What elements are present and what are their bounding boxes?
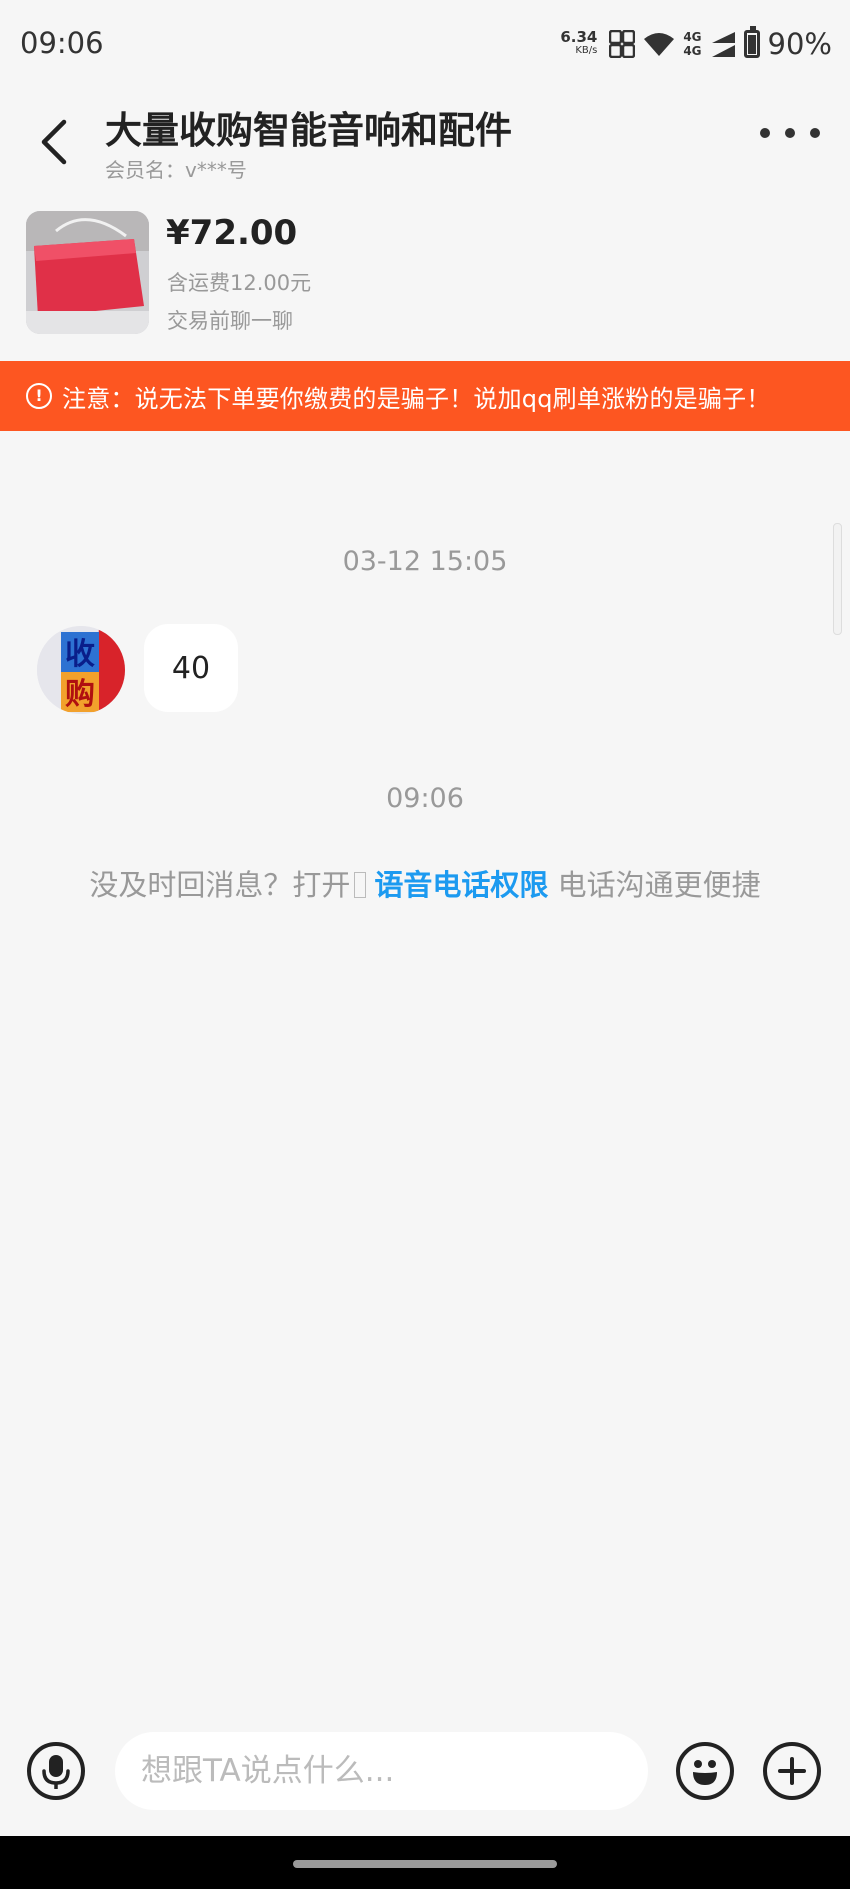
product-price: ¥72.00 <box>166 213 298 253</box>
avatar-char-1: 收 <box>65 637 95 672</box>
product-photo <box>26 211 149 334</box>
exclamation-circle-icon: ! <box>26 383 52 409</box>
phone-icon <box>354 872 367 898</box>
message-input-bar <box>0 1722 850 1832</box>
battery-icon <box>743 26 760 58</box>
scrollbar[interactable] <box>833 523 842 635</box>
network-type-1: 4G <box>683 30 702 44</box>
microphone-icon <box>42 1755 70 1789</box>
emoji-button[interactable] <box>676 1742 734 1800</box>
avatar-char-2: 购 <box>65 677 95 712</box>
product-note: 交易前聊一聊 <box>167 309 293 333</box>
tip-prefix: 没及时回消息？打开 <box>89 868 351 902</box>
wifi-icon <box>644 33 675 56</box>
more-options-button[interactable] <box>760 118 820 148</box>
more-dot-icon <box>760 128 770 138</box>
emoji-face-icon <box>693 1760 717 1785</box>
back-button[interactable] <box>30 110 80 170</box>
product-image[interactable] <box>26 211 149 334</box>
battery-percent: 90% <box>767 27 832 61</box>
net-speed-unit: KB/s <box>575 45 598 56</box>
chat-timestamp: 03-12 15:05 <box>342 546 508 577</box>
net-speed-value: 6.34 <box>560 28 598 46</box>
status-icons: 6.34 KB/s 4G 4G 90% <box>560 24 832 64</box>
message-bubble[interactable]: 40 <box>144 624 238 712</box>
system-nav-bar <box>0 1836 850 1889</box>
avatar[interactable]: 收 购 <box>37 626 125 714</box>
voice-call-tip: 没及时回消息？打开 语音电话权限 电话沟通更便捷 <box>0 862 850 904</box>
product-shipping: 含运费12.00元 <box>167 271 312 295</box>
scam-warning-banner: ! 注意：说无法下单要你缴费的是骗子！说加qq刷单涨粉的是骗子！ <box>0 361 850 431</box>
more-dot-icon <box>785 128 795 138</box>
chat-timestamp: 09:06 <box>386 783 464 814</box>
plus-icon <box>778 1757 806 1785</box>
member-name: 会员名：v***号 <box>105 158 247 182</box>
chevron-left-icon <box>41 119 67 165</box>
hd-icon <box>609 30 636 58</box>
product-card[interactable]: ¥72.00 含运费12.00元 交易前聊一聊 <box>0 205 850 345</box>
more-actions-button[interactable] <box>763 1742 821 1800</box>
home-indicator[interactable] <box>293 1860 557 1868</box>
more-dot-icon <box>810 128 820 138</box>
network-type-2: 4G <box>683 44 702 58</box>
chat-header: 大量收购智能音响和配件 会员名：v***号 <box>0 90 850 190</box>
status-time: 09:06 <box>20 26 104 60</box>
message-input[interactable] <box>115 1732 648 1810</box>
voice-permission-link[interactable]: 语音电话权限 <box>374 868 548 902</box>
signal-icon <box>711 32 735 57</box>
network-type: 4G 4G <box>683 30 701 58</box>
warning-text: 注意：说无法下单要你缴费的是骗子！说加qq刷单涨粉的是骗子！ <box>62 384 771 413</box>
chat-title: 大量收购智能音响和配件 <box>105 109 512 152</box>
net-speed: 6.34 KB/s <box>560 30 597 58</box>
voice-input-button[interactable] <box>27 1742 85 1800</box>
status-bar: 09:06 6.34 KB/s 4G 4G 90% <box>0 0 850 90</box>
avatar-graphic: 收 购 <box>37 626 125 714</box>
tip-suffix: 电话沟通更便捷 <box>557 868 761 902</box>
